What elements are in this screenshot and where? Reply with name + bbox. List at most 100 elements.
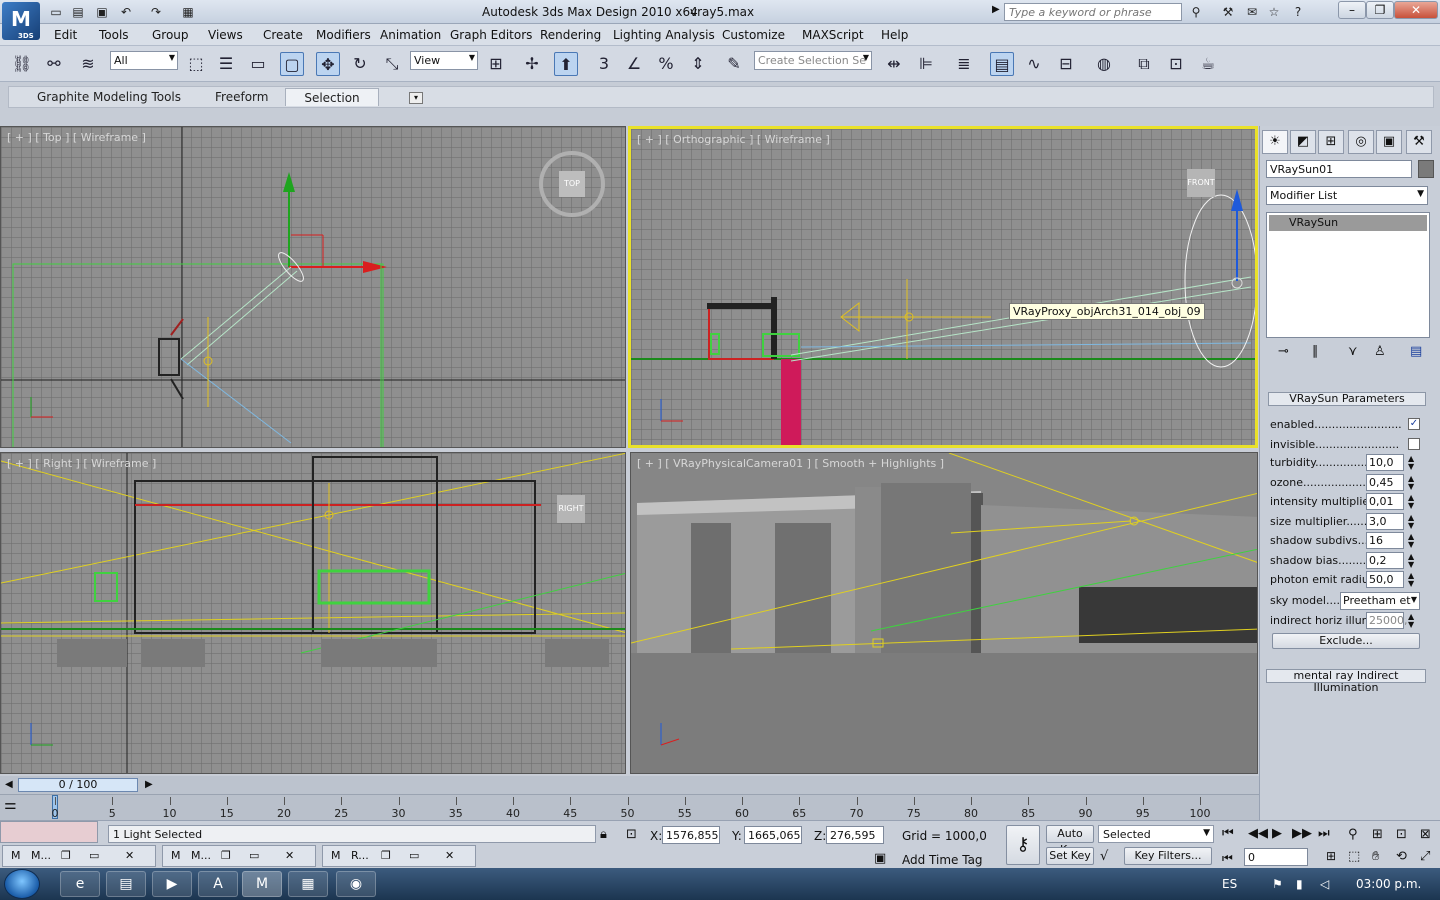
project-folder-icon[interactable]: ▦ (180, 4, 196, 20)
snaps-toggle-icon[interactable]: 3 (592, 52, 616, 76)
shadow-bias-spinner[interactable]: ▲ ▼ (1408, 553, 1414, 569)
exclude-button[interactable]: Exclude... (1272, 633, 1420, 649)
orbit-icon[interactable]: ⟲ (1396, 849, 1407, 864)
time-prev-icon[interactable]: ◀ (5, 779, 13, 790)
menu-create[interactable]: Create (263, 28, 303, 42)
select-by-name-icon[interactable]: ☰ (214, 52, 238, 76)
key-filters-button[interactable]: Key Filters... (1124, 847, 1212, 865)
set-key-button[interactable]: Set Key (1046, 847, 1094, 865)
close-button[interactable]: ✕ (1394, 1, 1438, 19)
material-editor-icon[interactable]: ◍ (1092, 52, 1116, 76)
turbidity-field[interactable]: 10,0 (1366, 454, 1404, 471)
object-name-field[interactable]: VRaySun01 (1266, 160, 1412, 178)
restore-icon[interactable]: ❐ (61, 849, 71, 862)
viewport-top[interactable]: [ + ] [ Top ] [ Wireframe ] TOP (0, 126, 626, 448)
open-file-icon[interactable]: ▤ (70, 4, 86, 20)
select-object-icon[interactable]: ⬚ (184, 52, 208, 76)
y-coordinate-field[interactable]: 1665,065 (744, 826, 802, 844)
select-scale-icon[interactable]: ⤡ (380, 52, 404, 76)
bind-space-warp-icon[interactable]: ≋ (76, 52, 100, 76)
help-icon[interactable]: ? (1290, 4, 1306, 20)
close-icon[interactable]: ✕ (125, 849, 134, 862)
menu-views[interactable]: Views (208, 28, 243, 42)
restore-icon[interactable]: ❐ (381, 849, 391, 862)
viewcube-top[interactable]: TOP (539, 151, 605, 217)
3dsmax-taskbar-icon[interactable]: M (242, 871, 282, 897)
favorites-icon[interactable]: ☆ (1266, 4, 1282, 20)
window-crossing-icon[interactable]: ▢ (280, 52, 304, 76)
maximize-icon[interactable]: ▭ (89, 849, 99, 862)
photos-icon[interactable]: ▦ (288, 871, 328, 897)
clock[interactable]: 03:00 p.m. (1356, 877, 1421, 891)
size-field[interactable]: 3,0 (1366, 513, 1404, 530)
minimized-window-2[interactable]: M M... ❐ ▭ ✕ (162, 845, 316, 867)
zoom-all-icon[interactable]: ⊞ (1372, 827, 1383, 842)
shadow-subdivs-field[interactable]: 16 (1366, 532, 1404, 549)
vraysun-parameters-rollout[interactable]: VRaySun Parameters (1268, 392, 1426, 406)
track-bar[interactable]: ⚌ 0 5 10 15 20 25 30 35 40 45 50 55 60 65 70 75 80 85 90 95… (0, 794, 1259, 820)
ozone-spinner[interactable]: ▲ ▼ (1408, 475, 1414, 491)
photon-radius-field[interactable]: 50,0 (1366, 571, 1404, 588)
display-tab-icon[interactable]: ▣ (1376, 130, 1402, 154)
configure-modifier-sets-icon[interactable]: ▤ (1410, 344, 1422, 359)
remove-modifier-icon[interactable]: ♙ (1374, 344, 1386, 359)
viewcube-front[interactable]: FRONT (1187, 169, 1215, 197)
reference-coordinate-dropdown[interactable]: View ▼ (410, 51, 478, 70)
maximize-button[interactable]: ❐ (1366, 1, 1394, 19)
motion-tab-icon[interactable]: ◎ (1348, 130, 1374, 154)
select-link-icon[interactable]: ⛓ (10, 52, 34, 76)
align-icon[interactable]: ⊫ (914, 52, 938, 76)
play-icon[interactable]: ▶ (1272, 826, 1282, 841)
time-slider-thumb[interactable]: 0 / 100 (18, 778, 138, 792)
internet-explorer-icon[interactable]: e (60, 871, 100, 897)
maxscript-mini-listener[interactable] (0, 821, 98, 843)
sky-model-dropdown[interactable]: Preetham et ▼ (1340, 592, 1420, 610)
minimize-button[interactable]: – (1338, 1, 1366, 19)
indirect-horiz-spinner[interactable]: ▲ ▼ (1408, 613, 1414, 629)
viewcube-right[interactable]: RIGHT (557, 495, 585, 523)
select-rotate-icon[interactable]: ↻ (348, 52, 372, 76)
viewport-right-label[interactable]: [ + ] [ Right ] [ Wireframe ] (7, 457, 156, 470)
mirror-icon[interactable]: ⇹ (882, 52, 906, 76)
autocad-icon[interactable]: A (198, 871, 238, 897)
previous-frame-icon[interactable]: ◀◀ (1248, 826, 1268, 841)
selection-filter-dropdown[interactable]: All ▼ (110, 51, 178, 70)
tab-graphite-modeling-tools[interactable]: Graphite Modeling Tools (27, 88, 191, 106)
key-mode-toggle-icon[interactable]: ⏮ (1222, 851, 1233, 866)
menu-animation[interactable]: Animation (380, 28, 441, 42)
open-mini-curve-editor-icon[interactable]: ⚌ (4, 797, 17, 813)
selection-lock-icon[interactable]: 🔒︎ (600, 827, 607, 842)
set-key-toggle-icon[interactable]: ⚷ (1006, 825, 1040, 865)
pin-stack-icon[interactable]: ⊸ (1278, 344, 1289, 359)
search-expand-icon[interactable]: ▶ (992, 4, 1000, 15)
indirect-horiz-field[interactable]: 25000, (1366, 612, 1408, 629)
menu-graph-editors[interactable]: Graph Editors (450, 28, 532, 42)
curve-editor-icon[interactable]: ∿ (1022, 52, 1046, 76)
viewport-ortho-label[interactable]: [ + ] [ Orthographic ] [ Wireframe ] (637, 133, 830, 146)
render-production-icon[interactable]: ☕ (1196, 52, 1220, 76)
intensity-spinner[interactable]: ▲ ▼ (1408, 494, 1414, 510)
default-tangents-icon[interactable]: √ (1100, 849, 1108, 864)
graphite-toggle-icon[interactable]: ▤ (990, 52, 1014, 76)
viewport-orthographic[interactable]: [ + ] [ Orthographic ] [ Wireframe ] FRO… (628, 126, 1258, 448)
save-icon[interactable]: ▣ (94, 4, 110, 20)
restore-icon[interactable]: ❐ (221, 849, 231, 862)
modifier-list-dropdown[interactable]: Modifier List ▼ (1266, 186, 1428, 205)
make-unique-icon[interactable]: ⋎ (1348, 344, 1358, 359)
network-icon[interactable]: ▮ (1296, 877, 1303, 891)
viewport-camera-label[interactable]: [ + ] [ VRayPhysicalCamera01 ] [ Smooth … (637, 457, 944, 470)
application-menu-button[interactable]: M 3DS (2, 2, 40, 40)
volume-icon[interactable]: ◁ (1320, 877, 1329, 891)
current-frame-field[interactable]: 0 (1244, 848, 1308, 866)
pan-view-icon[interactable]: ✋︎ (1372, 849, 1379, 864)
show-end-result-icon[interactable]: ∥ (1312, 344, 1319, 359)
maximize-icon[interactable]: ▭ (409, 849, 419, 862)
undo-icon[interactable]: ↶ (118, 4, 134, 20)
ribbon-minimize-icon[interactable]: ▾ (409, 92, 423, 104)
zoom-icon[interactable]: ⚲ (1348, 827, 1358, 842)
rect-selection-icon[interactable]: ▭ (246, 52, 270, 76)
ozone-field[interactable]: 0,45 (1366, 474, 1404, 491)
subscription-icon[interactable]: ⚒ (1220, 4, 1236, 20)
modify-tab-icon[interactable]: ◩ (1290, 130, 1316, 154)
time-configuration-icon[interactable]: ⊞ (1326, 849, 1336, 863)
